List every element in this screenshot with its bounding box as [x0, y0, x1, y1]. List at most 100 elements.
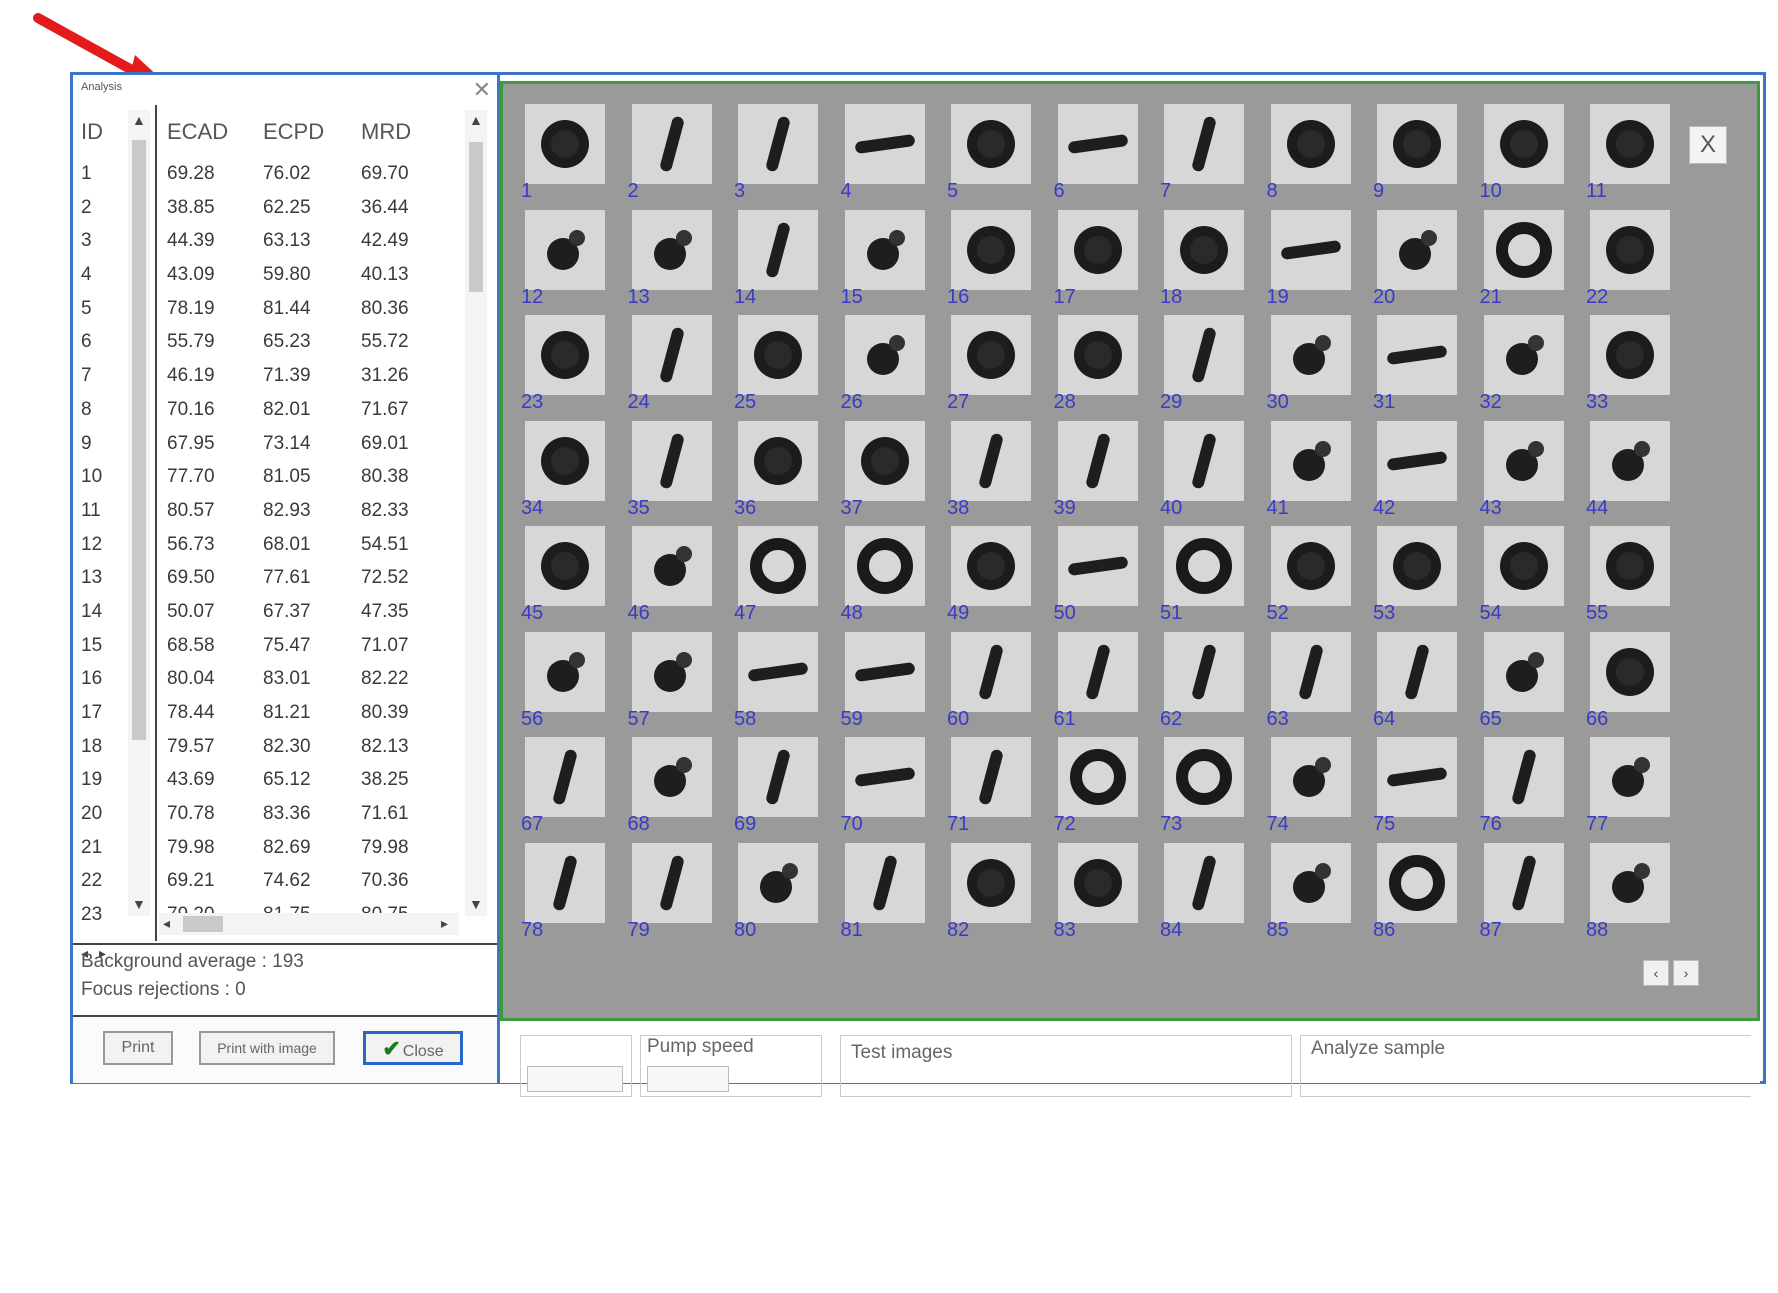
- particle-thumbnail[interactable]: 81: [837, 842, 937, 949]
- particle-thumbnail[interactable]: 49: [943, 526, 1043, 632]
- id-cell[interactable]: 1: [81, 157, 121, 191]
- particle-thumbnail[interactable]: 83: [1050, 842, 1150, 949]
- particle-thumbnail[interactable]: 56: [517, 631, 617, 738]
- particle-thumbnail[interactable]: 72: [1050, 737, 1150, 843]
- id-scrollbar-thumb[interactable]: [132, 140, 146, 740]
- particle-thumbnail[interactable]: 20: [1369, 209, 1469, 316]
- particle-thumbnail[interactable]: 14: [730, 209, 830, 316]
- particle-thumbnail[interactable]: 61: [1050, 631, 1150, 738]
- particle-thumbnail[interactable]: 22: [1582, 209, 1682, 316]
- particle-thumbnail[interactable]: 23: [517, 315, 617, 421]
- particle-thumbnail[interactable]: 75: [1369, 737, 1469, 843]
- table-row[interactable]: 69.21 74.62 70.36: [159, 864, 459, 898]
- horizontal-scrollbar-thumb[interactable]: [183, 916, 223, 932]
- id-cell[interactable]: 10: [81, 460, 121, 494]
- particle-thumbnail[interactable]: 15: [837, 209, 937, 316]
- ecad-header[interactable]: ECAD: [167, 119, 228, 145]
- scroll-down-icon[interactable]: ▼: [469, 896, 483, 912]
- prev-page-button[interactable]: ‹: [1643, 960, 1669, 986]
- particle-thumbnail[interactable]: 3: [730, 104, 830, 210]
- particle-thumbnail[interactable]: 86: [1369, 842, 1469, 949]
- table-row[interactable]: 78.44 81.21 80.39: [159, 696, 459, 730]
- table-row[interactable]: 69.50 77.61 72.52: [159, 561, 459, 595]
- particle-thumbnail[interactable]: 68: [624, 737, 724, 843]
- particle-thumbnail[interactable]: 24: [624, 315, 724, 421]
- table-row[interactable]: 44.39 63.13 42.49: [159, 224, 459, 258]
- id-cell[interactable]: 23: [81, 898, 121, 932]
- table-row[interactable]: 43.69 65.12 38.25: [159, 763, 459, 797]
- particle-thumbnail[interactable]: 74: [1263, 737, 1363, 843]
- print-with-image-button[interactable]: Print with image: [199, 1031, 335, 1065]
- particle-thumbnail[interactable]: 4: [837, 104, 937, 210]
- particle-thumbnail[interactable]: 64: [1369, 631, 1469, 738]
- close-button[interactable]: ✔ Close: [363, 1031, 463, 1065]
- table-row[interactable]: 70.16 82.01 71.67: [159, 393, 459, 427]
- particle-thumbnail[interactable]: 79: [624, 842, 724, 949]
- particle-thumbnail[interactable]: 32: [1476, 315, 1576, 421]
- particle-thumbnail[interactable]: 73: [1156, 737, 1256, 843]
- particle-thumbnail[interactable]: 33: [1582, 315, 1682, 421]
- id-cell[interactable]: 22: [81, 864, 121, 898]
- table-row[interactable]: 50.07 67.37 47.35: [159, 595, 459, 629]
- particle-thumbnail[interactable]: 10: [1476, 104, 1576, 210]
- particle-thumbnail[interactable]: 84: [1156, 842, 1256, 949]
- table-row[interactable]: 69.28 76.02 69.70: [159, 157, 459, 191]
- particle-thumbnail[interactable]: 9: [1369, 104, 1469, 210]
- particle-thumbnail[interactable]: 76: [1476, 737, 1576, 843]
- id-cell[interactable]: 14: [81, 595, 121, 629]
- id-cell[interactable]: 17: [81, 696, 121, 730]
- left-control-box[interactable]: [527, 1066, 623, 1092]
- id-cell[interactable]: 11: [81, 494, 121, 528]
- particle-thumbnail[interactable]: 60: [943, 631, 1043, 738]
- id-cell[interactable]: 16: [81, 662, 121, 696]
- scroll-left-icon[interactable]: ◂: [163, 915, 170, 932]
- particle-thumbnail[interactable]: 63: [1263, 631, 1363, 738]
- particle-thumbnail[interactable]: 1: [517, 104, 617, 210]
- table-row[interactable]: 79.98 82.69 79.98: [159, 831, 459, 865]
- particle-thumbnail[interactable]: 62: [1156, 631, 1256, 738]
- particle-thumbnail[interactable]: 21: [1476, 209, 1576, 316]
- scroll-up-icon[interactable]: ▲: [469, 112, 483, 128]
- particle-thumbnail[interactable]: 40: [1156, 420, 1256, 527]
- particle-thumbnail[interactable]: 11: [1582, 104, 1682, 210]
- particle-thumbnail[interactable]: 31: [1369, 315, 1469, 421]
- particle-thumbnail[interactable]: 54: [1476, 526, 1576, 632]
- vertical-scrollbar-thumb[interactable]: [469, 142, 483, 292]
- particle-thumbnail[interactable]: 87: [1476, 842, 1576, 949]
- particle-thumbnail[interactable]: 67: [517, 737, 617, 843]
- id-scrollbar[interactable]: ▲ ▼: [128, 110, 150, 916]
- id-cell[interactable]: 8: [81, 393, 121, 427]
- particle-thumbnail[interactable]: 13: [624, 209, 724, 316]
- scroll-up-icon[interactable]: ▲: [132, 112, 146, 128]
- particle-thumbnail[interactable]: 2: [624, 104, 724, 210]
- particle-thumbnail[interactable]: 48: [837, 526, 937, 632]
- particle-thumbnail[interactable]: 28: [1050, 315, 1150, 421]
- table-row[interactable]: 78.19 81.44 80.36: [159, 292, 459, 326]
- particle-thumbnail[interactable]: 36: [730, 420, 830, 527]
- particle-thumbnail[interactable]: 16: [943, 209, 1043, 316]
- table-row[interactable]: 38.85 62.25 36.44: [159, 191, 459, 225]
- id-cell[interactable]: 12: [81, 528, 121, 562]
- table-row[interactable]: 77.70 81.05 80.38: [159, 460, 459, 494]
- particle-thumbnail[interactable]: 19: [1263, 209, 1363, 316]
- particle-thumbnail[interactable]: 66: [1582, 631, 1682, 738]
- ecpd-header[interactable]: ECPD: [263, 119, 324, 145]
- particle-thumbnail[interactable]: 52: [1263, 526, 1363, 632]
- id-cell[interactable]: 2: [81, 191, 121, 225]
- particle-thumbnail[interactable]: 39: [1050, 420, 1150, 527]
- particle-thumbnail[interactable]: 71: [943, 737, 1043, 843]
- id-cell[interactable]: 21: [81, 831, 121, 865]
- table-row[interactable]: 70.78 83.36 71.61: [159, 797, 459, 831]
- particle-thumbnail[interactable]: 38: [943, 420, 1043, 527]
- table-row[interactable]: 56.73 68.01 54.51: [159, 528, 459, 562]
- particle-thumbnail[interactable]: 78: [517, 842, 617, 949]
- scroll-right-icon[interactable]: ▸: [441, 915, 448, 932]
- id-cell[interactable]: 4: [81, 258, 121, 292]
- particle-thumbnail[interactable]: 7: [1156, 104, 1256, 210]
- particle-thumbnail[interactable]: 29: [1156, 315, 1256, 421]
- particle-thumbnail[interactable]: 34: [517, 420, 617, 527]
- particle-thumbnail[interactable]: 47: [730, 526, 830, 632]
- particle-thumbnail[interactable]: 53: [1369, 526, 1469, 632]
- particle-thumbnail[interactable]: 5: [943, 104, 1043, 210]
- id-cell[interactable]: 9: [81, 427, 121, 461]
